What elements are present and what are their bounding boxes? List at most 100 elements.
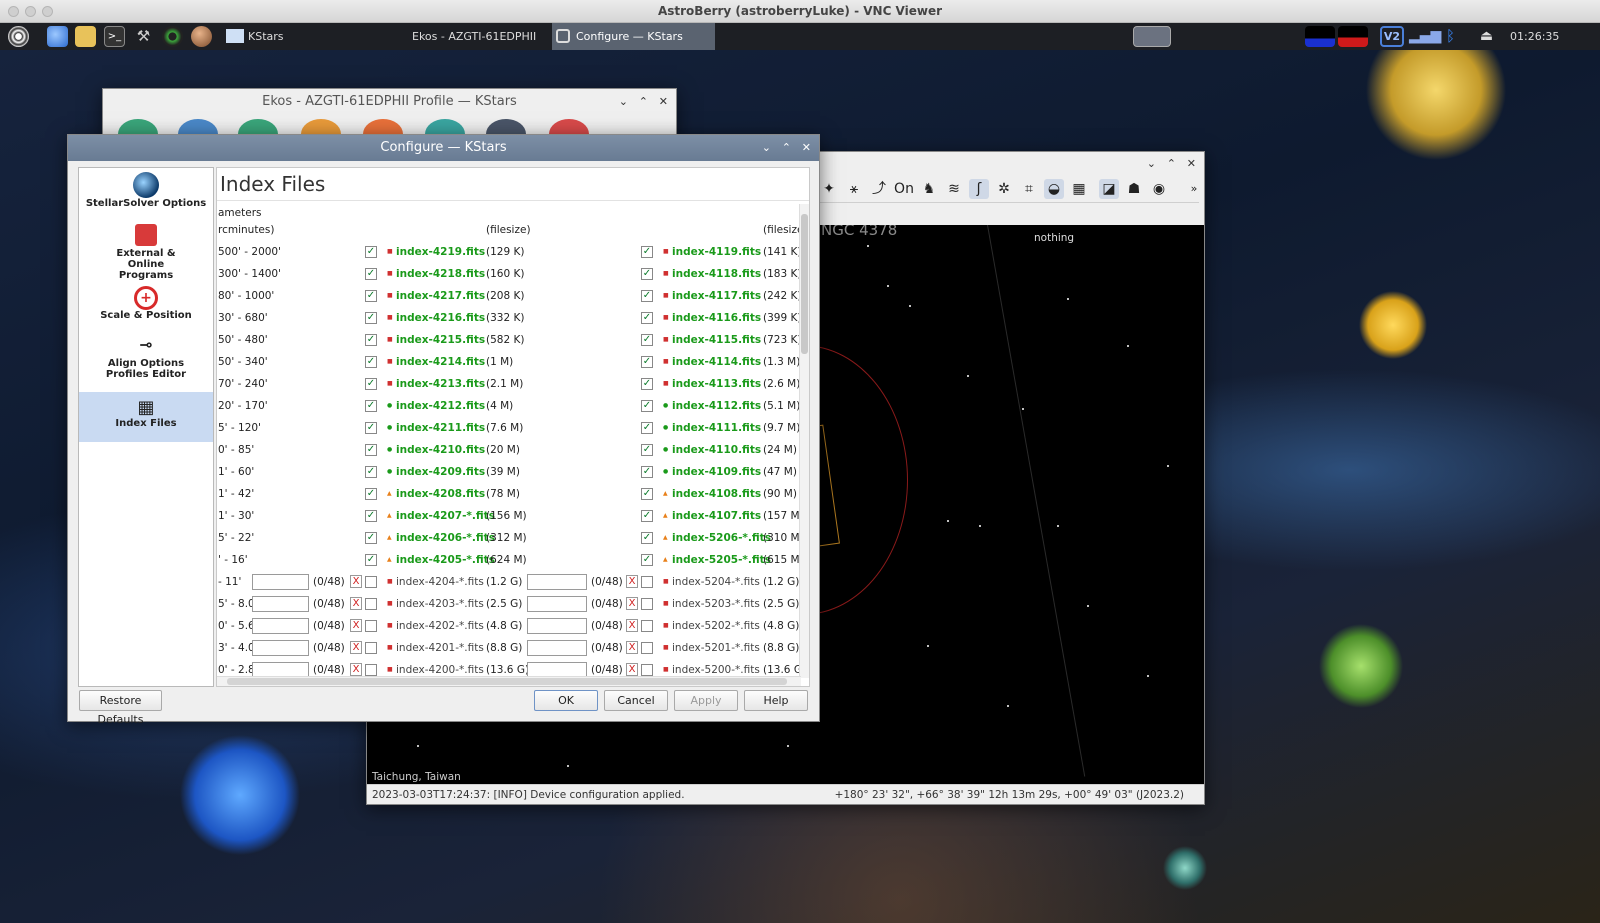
cancel-download-button[interactable]: X (350, 641, 362, 654)
index-checkbox[interactable] (641, 576, 653, 588)
index-checkbox[interactable]: ✓ (365, 334, 377, 346)
index-checkbox[interactable]: ✓ (365, 400, 377, 412)
index-checkbox[interactable] (365, 576, 377, 588)
star-tool-icon[interactable]: ✦ (819, 179, 839, 199)
index-checkbox[interactable]: ✓ (365, 268, 377, 280)
equatorial-grid-icon[interactable]: ✲ (994, 179, 1014, 199)
names-icon[interactable]: On (894, 179, 914, 199)
planet-icon[interactable] (191, 26, 212, 47)
index-checkbox[interactable]: ✓ (365, 532, 377, 544)
bluetooth-icon[interactable]: ᛒ (1440, 26, 1461, 47)
download-progress-field[interactable] (527, 574, 587, 590)
cancel-download-button[interactable]: X (626, 619, 638, 632)
close-icon[interactable]: ✕ (802, 135, 811, 161)
download-progress-field[interactable] (527, 640, 587, 656)
index-checkbox[interactable]: ✓ (365, 246, 377, 258)
task-ekos[interactable]: Ekos - AZGTI-61EDPHII Pro... (388, 23, 553, 50)
sidebar-item-align-profiles[interactable]: ⊸ Align Options Profiles Editor (79, 330, 213, 392)
download-progress-field[interactable] (527, 596, 587, 612)
maximize-icon[interactable]: ⌃ (782, 135, 791, 161)
download-progress-field[interactable] (252, 596, 309, 612)
ekos-icon[interactable]: ◪ (1099, 179, 1119, 199)
index-checkbox[interactable] (641, 598, 653, 610)
close-icon[interactable]: ✕ (659, 89, 668, 115)
flags-icon[interactable]: ▦ (1069, 179, 1089, 199)
zoom-window-button[interactable] (42, 6, 53, 17)
index-checkbox[interactable]: ✓ (365, 554, 377, 566)
index-checkbox[interactable]: ✓ (641, 510, 653, 522)
chevron-down-icon[interactable]: ⌄ (762, 135, 771, 161)
index-checkbox[interactable] (641, 664, 653, 676)
vnc-icon[interactable] (1133, 26, 1171, 47)
minimize-window-button[interactable] (25, 6, 36, 17)
download-progress-field[interactable] (527, 618, 587, 634)
index-checkbox[interactable]: ✓ (365, 444, 377, 456)
maximize-icon[interactable]: ⌃ (639, 89, 648, 115)
index-checkbox[interactable]: ✓ (365, 488, 377, 500)
cancel-download-button[interactable]: X (626, 597, 638, 610)
index-checkbox[interactable]: ✓ (641, 444, 653, 456)
deep-sky-icon[interactable]: ⚹ (844, 179, 864, 199)
index-checkbox[interactable] (641, 642, 653, 654)
cancel-download-button[interactable]: X (626, 663, 638, 676)
index-checkbox[interactable]: ✓ (641, 400, 653, 412)
telescope-icon[interactable]: ⚒ (133, 26, 154, 47)
chevron-down-icon[interactable]: ⌄ (619, 89, 628, 115)
index-checkbox[interactable] (365, 664, 377, 676)
index-checkbox[interactable]: ✓ (365, 422, 377, 434)
cancel-download-button[interactable]: X (350, 597, 362, 610)
observatory-icon[interactable]: ☗ (1124, 179, 1144, 199)
sidebar-item-external-programs[interactable]: External & Online Programs (79, 218, 213, 282)
browser-icon[interactable] (47, 26, 68, 47)
maximize-icon[interactable]: ⌃ (1167, 152, 1176, 176)
hips-icon[interactable]: ◉ (1149, 179, 1169, 199)
index-checkbox[interactable]: ✓ (641, 378, 653, 390)
index-checkbox[interactable]: ✓ (641, 268, 653, 280)
scrollbar-thumb[interactable] (227, 678, 787, 685)
index-checkbox[interactable]: ✓ (365, 356, 377, 368)
terminal-icon[interactable]: >_ (104, 26, 125, 47)
ground-icon[interactable]: ◒ (1044, 179, 1064, 199)
sidebar-item-stellarsolver[interactable]: StellarSolver Options (79, 168, 213, 218)
index-checkbox[interactable]: ✓ (641, 466, 653, 478)
restore-defaults-button[interactable]: Restore Defaults (79, 690, 162, 726)
horizontal-grid-icon[interactable]: ⌗ (1019, 179, 1039, 199)
index-checkbox[interactable]: ✓ (641, 312, 653, 324)
folder-icon[interactable] (75, 26, 96, 47)
index-checkbox[interactable]: ✓ (641, 554, 653, 566)
cancel-download-button[interactable]: X (350, 619, 362, 632)
index-checkbox[interactable] (365, 598, 377, 610)
cancel-download-button[interactable]: X (350, 575, 362, 588)
index-checkbox[interactable]: ✓ (365, 466, 377, 478)
index-checkbox[interactable]: ✓ (365, 510, 377, 522)
download-progress-field[interactable] (252, 618, 309, 634)
close-icon[interactable]: ✕ (1187, 152, 1196, 176)
cancel-download-button[interactable]: X (626, 575, 638, 588)
raspberry-menu-icon[interactable] (8, 26, 29, 47)
eject-icon[interactable]: ⏏ (1476, 26, 1497, 47)
download-progress-field[interactable] (252, 574, 309, 590)
index-checkbox[interactable]: ✓ (365, 378, 377, 390)
vertical-scrollbar[interactable] (799, 204, 809, 678)
index-checkbox[interactable]: ✓ (641, 422, 653, 434)
index-checkbox[interactable]: ✓ (641, 290, 653, 302)
ok-button[interactable]: OK (534, 690, 598, 711)
apply-button[interactable]: Apply (674, 690, 738, 711)
index-checkbox[interactable]: ✓ (365, 290, 377, 302)
help-button[interactable]: Help (744, 690, 808, 711)
task-kstars[interactable]: KStars (224, 23, 394, 50)
vnc-status-icon[interactable]: V2 (1380, 26, 1404, 47)
phd2-icon[interactable] (162, 26, 183, 47)
horizontal-scrollbar[interactable] (217, 676, 801, 686)
index-checkbox[interactable] (641, 620, 653, 632)
sidebar-item-index-files[interactable]: ▦ Index Files (79, 392, 213, 442)
lines-icon[interactable]: ⤴ (869, 179, 889, 199)
index-checkbox[interactable]: ✓ (641, 488, 653, 500)
cancel-download-button[interactable]: X (350, 663, 362, 676)
more-tools-icon[interactable]: » (1184, 179, 1204, 199)
download-progress-field[interactable] (252, 640, 309, 656)
index-checkbox[interactable]: ✓ (641, 246, 653, 258)
index-checkbox[interactable]: ✓ (365, 312, 377, 324)
task-configure[interactable]: Configure — KStars (552, 23, 715, 50)
index-checkbox[interactable]: ✓ (641, 356, 653, 368)
